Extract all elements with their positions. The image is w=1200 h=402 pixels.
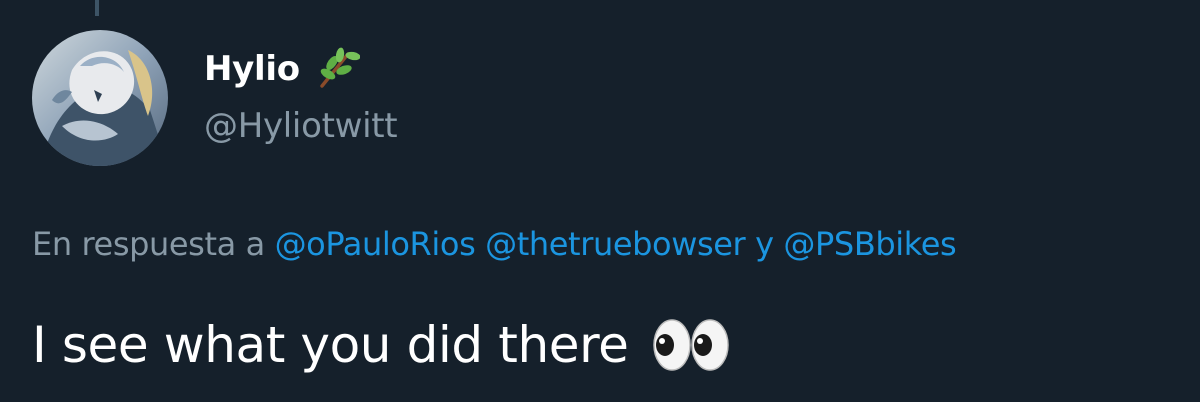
thread-connector-line xyxy=(95,0,99,16)
reply-separator: y xyxy=(755,225,774,263)
tweet-text: I see what you did there xyxy=(32,312,731,378)
reply-context: En respuesta a @oPauloRios @thetruebowse… xyxy=(32,222,957,266)
avatar-image xyxy=(32,30,168,166)
mention-link[interactable]: @thetruebowser xyxy=(485,225,746,263)
tweet-body: I see what you did there xyxy=(32,316,629,374)
avatar[interactable] xyxy=(32,30,168,166)
mention-link[interactable]: @oPauloRios xyxy=(275,225,476,263)
eyes-icon xyxy=(651,316,731,374)
reply-prefix: En respuesta a xyxy=(32,225,265,263)
author-display-name[interactable]: Hylio xyxy=(204,46,300,92)
herb-icon xyxy=(314,44,361,94)
author-name-row: Hylio xyxy=(204,44,361,94)
mention-link[interactable]: @PSBbikes xyxy=(783,225,956,263)
author-handle[interactable]: @Hyliotwitt xyxy=(204,104,398,148)
